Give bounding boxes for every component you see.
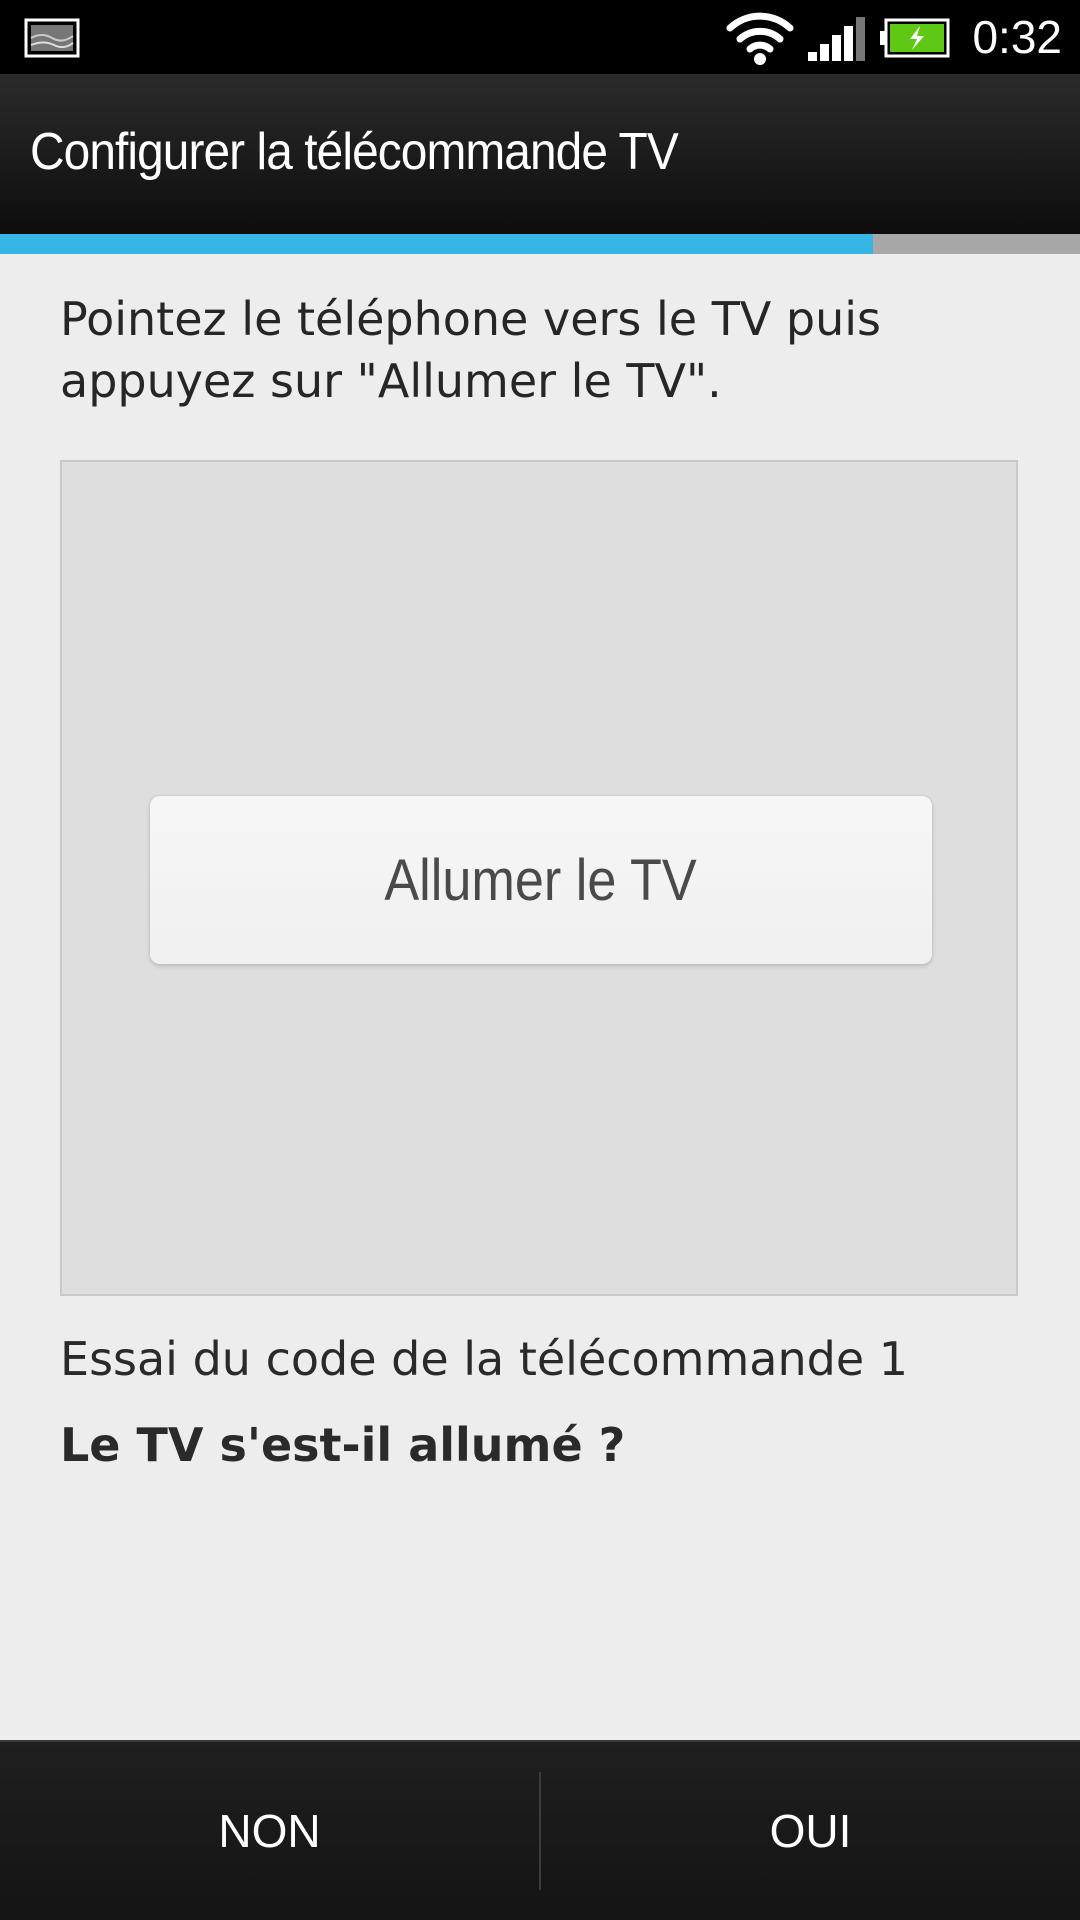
instruction-text: Pointez le téléphone vers le TV puis app…: [60, 292, 881, 408]
progress-bar: [0, 234, 1080, 254]
status-bar: 0:32: [0, 0, 1080, 74]
power-on-tv-button[interactable]: Allumer le TV: [150, 796, 932, 964]
no-button[interactable]: NON: [0, 1742, 539, 1920]
remote-panel: Allumer le TV: [60, 460, 1018, 1296]
progress-fill: [0, 234, 873, 254]
bottom-action-bar: NON OUI: [0, 1740, 1080, 1920]
code-status-text: Essai du code de la télécommande 1: [60, 1332, 909, 1386]
status-clock: 0:32: [972, 11, 1062, 63]
battery-charging-icon: [880, 18, 950, 58]
notification-image-icon: [24, 18, 80, 58]
yes-button[interactable]: OUI: [541, 1742, 1080, 1920]
question-text: Le TV s'est-il allumé ?: [60, 1418, 626, 1472]
wifi-icon: [726, 12, 794, 65]
page-title: Configurer la télécommande TV: [30, 123, 679, 181]
title-bar: Configurer la télécommande TV: [0, 74, 1080, 234]
power-on-tv-button-label: Allumer le TV: [384, 847, 698, 913]
screen: 0:32 Configurer la télécommande TV Point…: [0, 0, 1080, 1920]
signal-icon: [808, 17, 865, 61]
